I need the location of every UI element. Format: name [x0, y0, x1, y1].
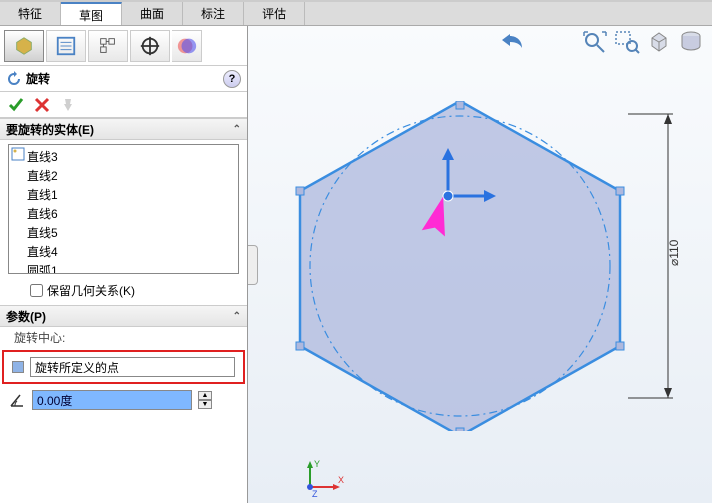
svg-text:Y: Y — [314, 459, 320, 469]
point-selector-icon — [12, 361, 24, 373]
entity-selector-icon — [11, 147, 25, 161]
angle-spin-up[interactable]: ▲ — [198, 391, 212, 400]
keep-relations-row: 保留几何关系(K) — [0, 278, 247, 305]
chevron-up-icon[interactable]: ⌃ — [233, 124, 241, 135]
list-item[interactable]: 直线3 — [27, 147, 236, 166]
params-label: 参数(P) — [6, 308, 46, 325]
angle-spin-down[interactable]: ▼ — [198, 400, 212, 409]
rotation-center-label: 旋转中心: — [0, 327, 247, 348]
angle-row: ▲ ▼ — [0, 386, 247, 414]
zoom-area-icon[interactable] — [614, 30, 640, 54]
keep-relations-label: 保留几何关系(K) — [47, 282, 135, 299]
command-title-bar: 旋转 ? — [0, 66, 247, 92]
list-item[interactable]: 直线2 — [27, 166, 236, 185]
help-icon[interactable]: ? — [223, 70, 241, 88]
list-item[interactable]: 直线4 — [27, 242, 236, 261]
panel-collapse-handle[interactable] — [248, 245, 258, 285]
tab-surface[interactable]: 曲面 — [122, 2, 183, 25]
command-title: 旋转 — [26, 70, 50, 87]
svg-text:⌀110: ⌀110 — [667, 239, 681, 266]
cancel-button[interactable] — [34, 97, 50, 113]
tab-sketch[interactable]: 草图 — [61, 2, 122, 25]
params-section-header[interactable]: 参数(P) ⌃ — [0, 305, 247, 327]
chevron-up-icon[interactable]: ⌃ — [233, 311, 241, 322]
svg-text:Z: Z — [312, 489, 318, 499]
cursor-arrow — [418, 196, 458, 256]
feature-tabs: 特征 草图 曲面 标注 评估 — [0, 2, 712, 26]
feature-tree-tab[interactable] — [4, 30, 44, 62]
entities-section-header[interactable]: 要旋转的实体(E) ⌃ — [0, 118, 247, 140]
rotation-point-input[interactable] — [30, 357, 235, 377]
property-panel: 旋转 ? 要旋转的实体(E) ⌃ 直线3 直线2 直线1 直线6 直线5 直线4… — [0, 26, 248, 503]
view-orientation-icon[interactable] — [646, 30, 672, 54]
tab-evaluate[interactable]: 评估 — [244, 2, 305, 25]
diameter-dimension[interactable]: ⌀110 — [628, 106, 688, 406]
appearance-tab[interactable] — [172, 30, 202, 62]
zoom-fit-icon[interactable] — [582, 30, 608, 54]
list-item[interactable]: 直线1 — [27, 185, 236, 204]
angle-icon — [8, 391, 26, 409]
pin-button[interactable] — [60, 97, 76, 113]
list-item[interactable]: 圆弧1 — [27, 261, 236, 274]
property-tab[interactable] — [46, 30, 86, 62]
display-style-icon[interactable] — [678, 30, 704, 54]
svg-text:X: X — [338, 475, 344, 485]
list-item[interactable]: 直线6 — [27, 204, 236, 223]
view-toolbar — [582, 30, 704, 54]
dimxpert-tab[interactable] — [130, 30, 170, 62]
tab-annotate[interactable]: 标注 — [183, 2, 244, 25]
rotate-icon — [6, 71, 22, 87]
list-item[interactable]: 直线5 — [27, 223, 236, 242]
undo-button[interactable] — [500, 30, 524, 50]
highlight-callout — [2, 350, 245, 384]
entities-list[interactable]: 直线3 直线2 直线1 直线6 直线5 直线4 圆弧1 — [8, 144, 239, 274]
keep-relations-checkbox[interactable] — [30, 284, 43, 297]
orientation-triad[interactable]: Y X Z — [298, 459, 348, 499]
tab-feature[interactable]: 特征 — [0, 2, 61, 25]
ok-button[interactable] — [8, 97, 24, 113]
confirm-row — [0, 92, 247, 118]
config-tab[interactable] — [88, 30, 128, 62]
angle-input[interactable] — [32, 390, 192, 410]
panel-tabs — [0, 26, 247, 66]
entities-label: 要旋转的实体(E) — [6, 121, 94, 138]
graphics-viewport[interactable]: ⌀110 Y X Z — [248, 26, 712, 503]
